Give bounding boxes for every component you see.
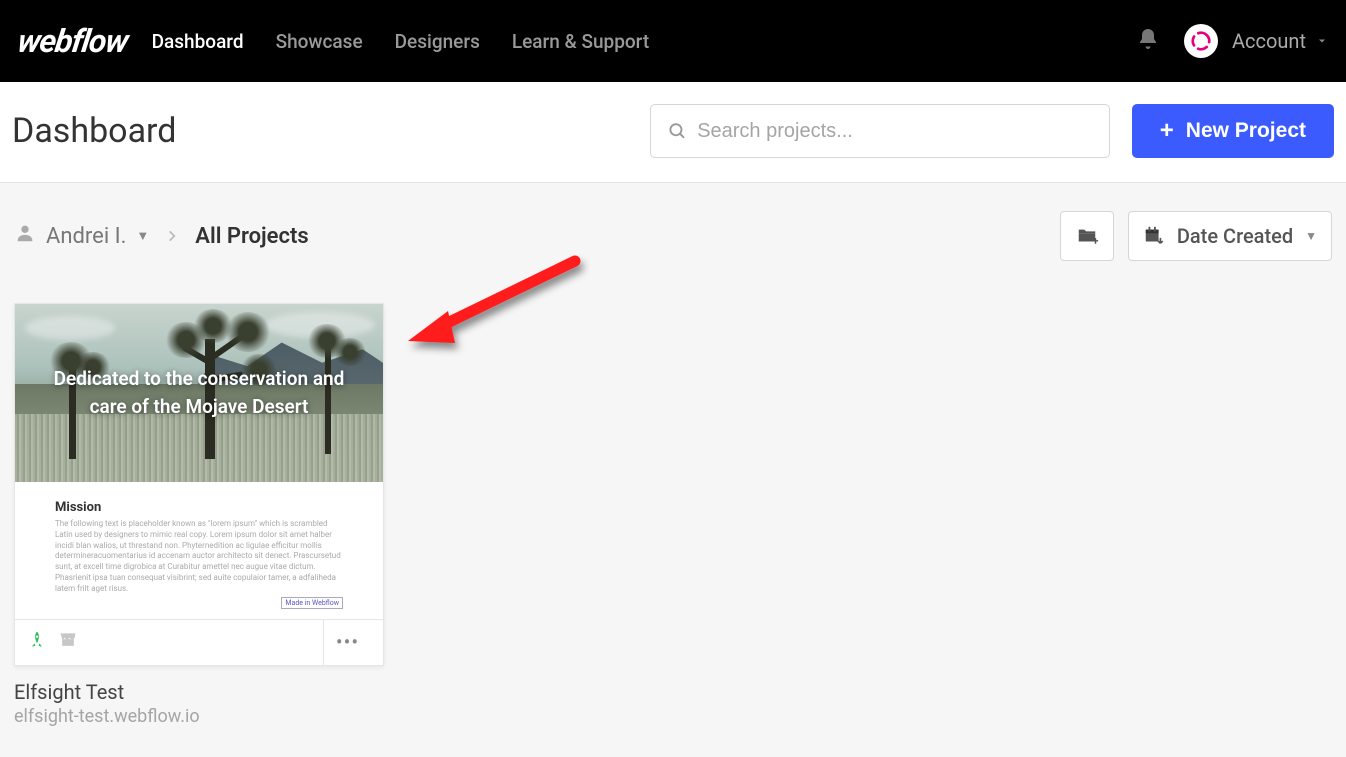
project-card[interactable]: Dedicated to the conservation and care o… xyxy=(14,303,384,666)
user-icon xyxy=(14,222,36,250)
project-thumbnail: Dedicated to the conservation and care o… xyxy=(15,304,383,482)
calendar-sort-icon xyxy=(1143,225,1165,247)
sort-label: Date Created xyxy=(1177,224,1293,248)
logo[interactable]: webflow xyxy=(15,22,130,60)
card-options-button[interactable]: ••• xyxy=(323,620,371,665)
caret-down-icon[interactable]: ▼ xyxy=(136,228,149,244)
top-nav: webflow Dashboard Showcase Designers Lea… xyxy=(0,0,1346,82)
new-project-button[interactable]: + New Project xyxy=(1132,104,1334,158)
breadcrumb: Andrei I. ▼ All Projects xyxy=(14,222,309,250)
account-menu[interactable]: Account xyxy=(1232,29,1328,53)
sort-button[interactable]: Date Created ▼ xyxy=(1128,211,1332,261)
project-name[interactable]: Elfsight Test xyxy=(14,680,384,704)
new-project-label: New Project xyxy=(1186,119,1306,143)
nav-showcase[interactable]: Showcase xyxy=(276,30,363,53)
card-footer: ••• xyxy=(15,619,383,665)
nav-links: Dashboard Showcase Designers Learn & Sup… xyxy=(152,30,650,53)
content-area: Andrei I. ▼ All Projects + Date Created … xyxy=(0,183,1346,757)
new-folder-button[interactable]: + xyxy=(1060,211,1114,261)
breadcrumb-user[interactable]: Andrei I. xyxy=(46,224,126,249)
store-icon[interactable] xyxy=(57,630,79,654)
project-card-wrapper: Dedicated to the conservation and care o… xyxy=(14,303,384,727)
search-input-wrap[interactable] xyxy=(650,104,1110,158)
notifications-icon[interactable] xyxy=(1136,27,1160,55)
page-title: Dashboard xyxy=(12,111,176,151)
breadcrumb-current: All Projects xyxy=(195,224,308,249)
thumbnail-hero-text: Dedicated to the conservation and care o… xyxy=(15,365,383,422)
plus-icon: + xyxy=(1160,117,1174,145)
chevron-down-icon xyxy=(1316,35,1328,47)
account-label: Account xyxy=(1232,29,1306,53)
rocket-icon[interactable] xyxy=(27,630,47,654)
project-url[interactable]: elfsight-test.webflow.io xyxy=(14,706,384,727)
thumbnail-body: Mission The following text is placeholde… xyxy=(15,482,383,619)
avatar[interactable] xyxy=(1184,24,1218,58)
chevron-right-icon xyxy=(165,224,179,249)
nav-designers[interactable]: Designers xyxy=(395,30,480,53)
webflow-badge: Made in Webflow xyxy=(281,597,343,609)
search-input[interactable] xyxy=(697,120,1093,143)
search-icon xyxy=(667,120,687,142)
folder-plus-icon: + xyxy=(1075,225,1099,247)
mission-heading: Mission xyxy=(55,500,343,515)
svg-text:+: + xyxy=(1092,234,1098,247)
project-grid: Dedicated to the conservation and care o… xyxy=(14,303,1332,727)
nav-learn-support[interactable]: Learn & Support xyxy=(512,30,649,53)
caret-down-icon: ▼ xyxy=(1305,229,1317,243)
nav-dashboard[interactable]: Dashboard xyxy=(152,30,244,53)
mission-body: The following text is placeholder known … xyxy=(55,519,343,595)
page-header: Dashboard + New Project xyxy=(0,82,1346,183)
dots-icon: ••• xyxy=(336,630,359,654)
